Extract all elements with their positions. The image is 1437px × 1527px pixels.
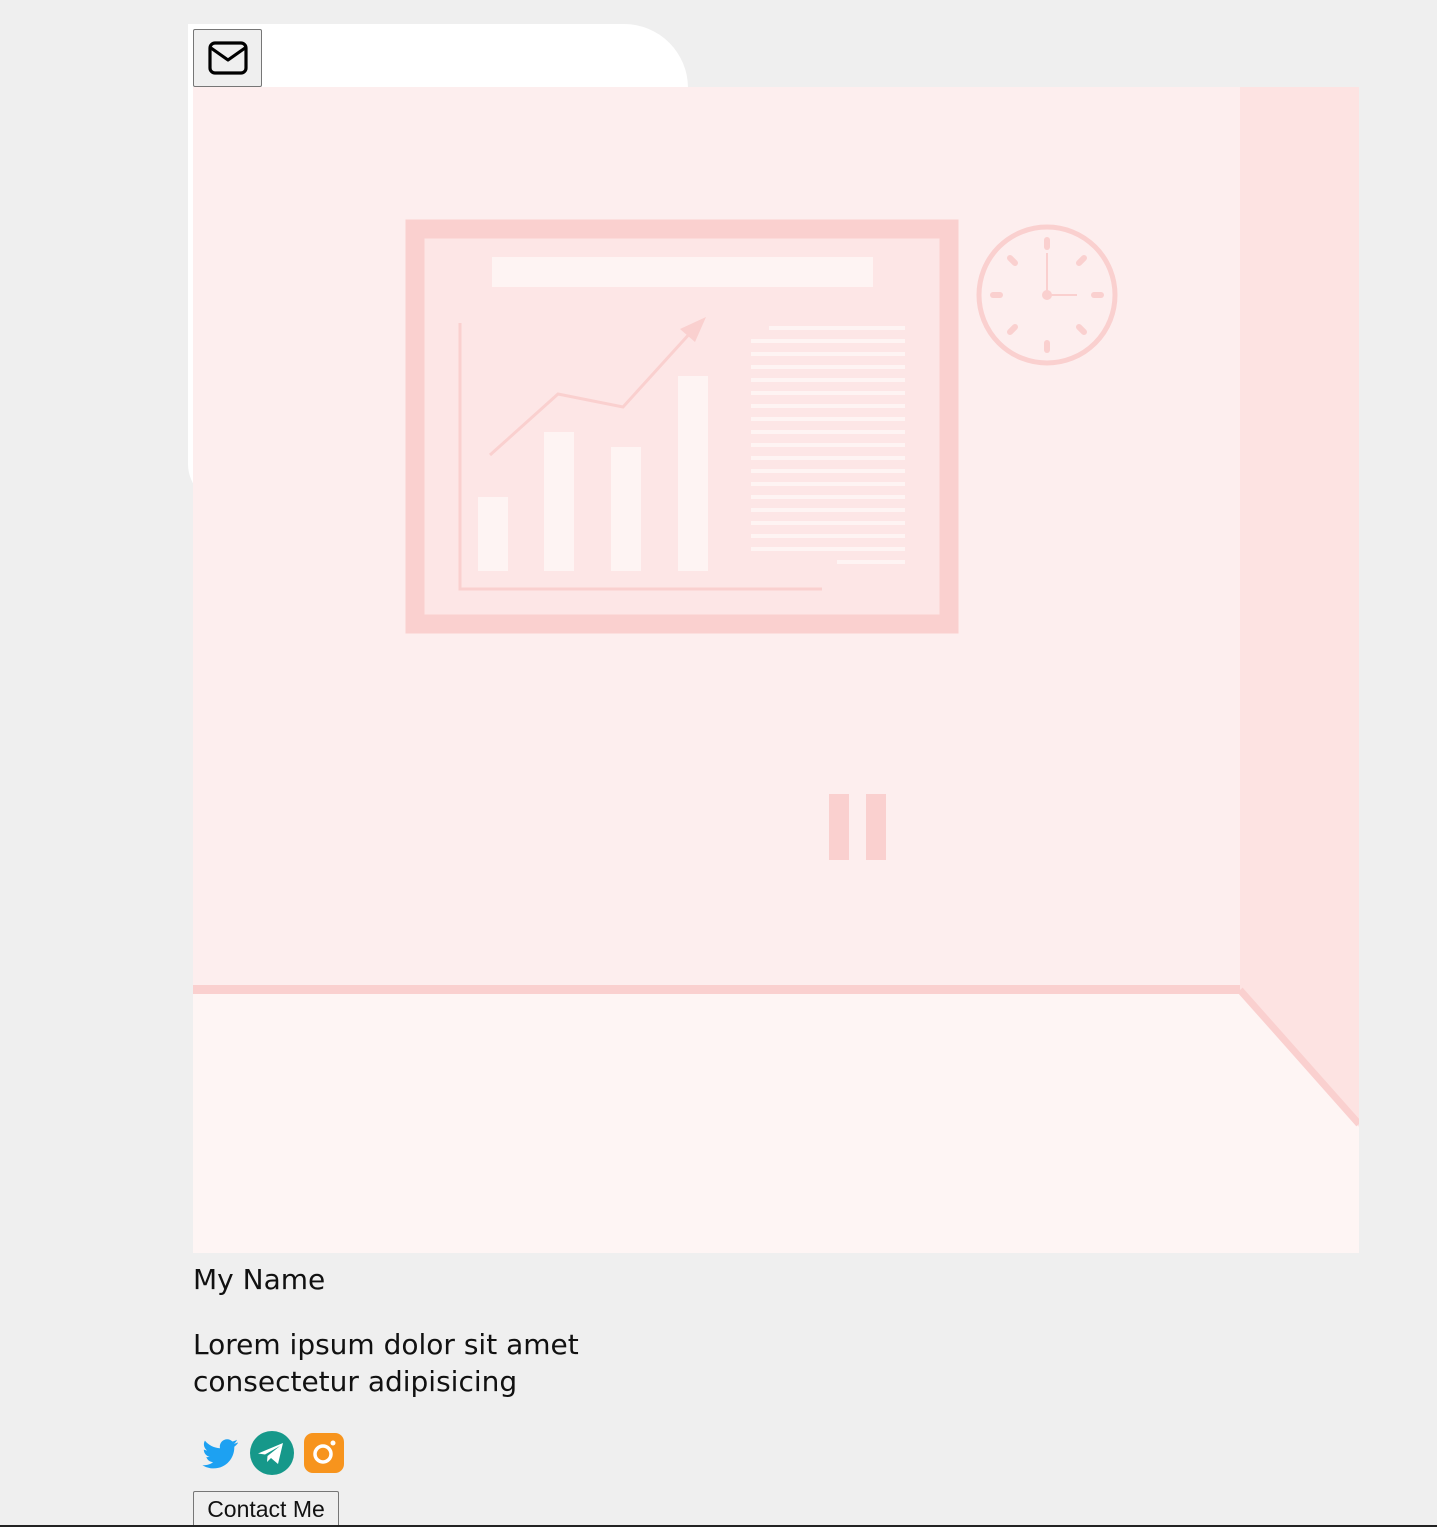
floor	[193, 990, 1359, 1253]
presentation-board	[405, 219, 959, 634]
twitter-link[interactable]	[198, 1431, 242, 1475]
side-wall	[1240, 87, 1359, 1127]
profile-name: My Name	[193, 1263, 326, 1296]
office-illustration	[193, 87, 1359, 1253]
wall-clock	[976, 224, 1118, 366]
contact-button[interactable]: Contact Me	[193, 1491, 339, 1527]
telegram-icon	[250, 1431, 294, 1475]
mail-button[interactable]	[193, 29, 262, 87]
social-links	[198, 1431, 346, 1475]
instagram-icon	[304, 1433, 344, 1473]
twitter-icon	[202, 1439, 238, 1469]
page: My Name Lorem ipsum dolor sit amet conse…	[0, 0, 1437, 1527]
envelope-icon	[207, 41, 248, 75]
profile-description: Lorem ipsum dolor sit amet consectetur a…	[193, 1328, 579, 1398]
telegram-link[interactable]	[250, 1431, 294, 1475]
instagram-link[interactable]	[302, 1431, 346, 1475]
baseboard	[193, 985, 1240, 994]
